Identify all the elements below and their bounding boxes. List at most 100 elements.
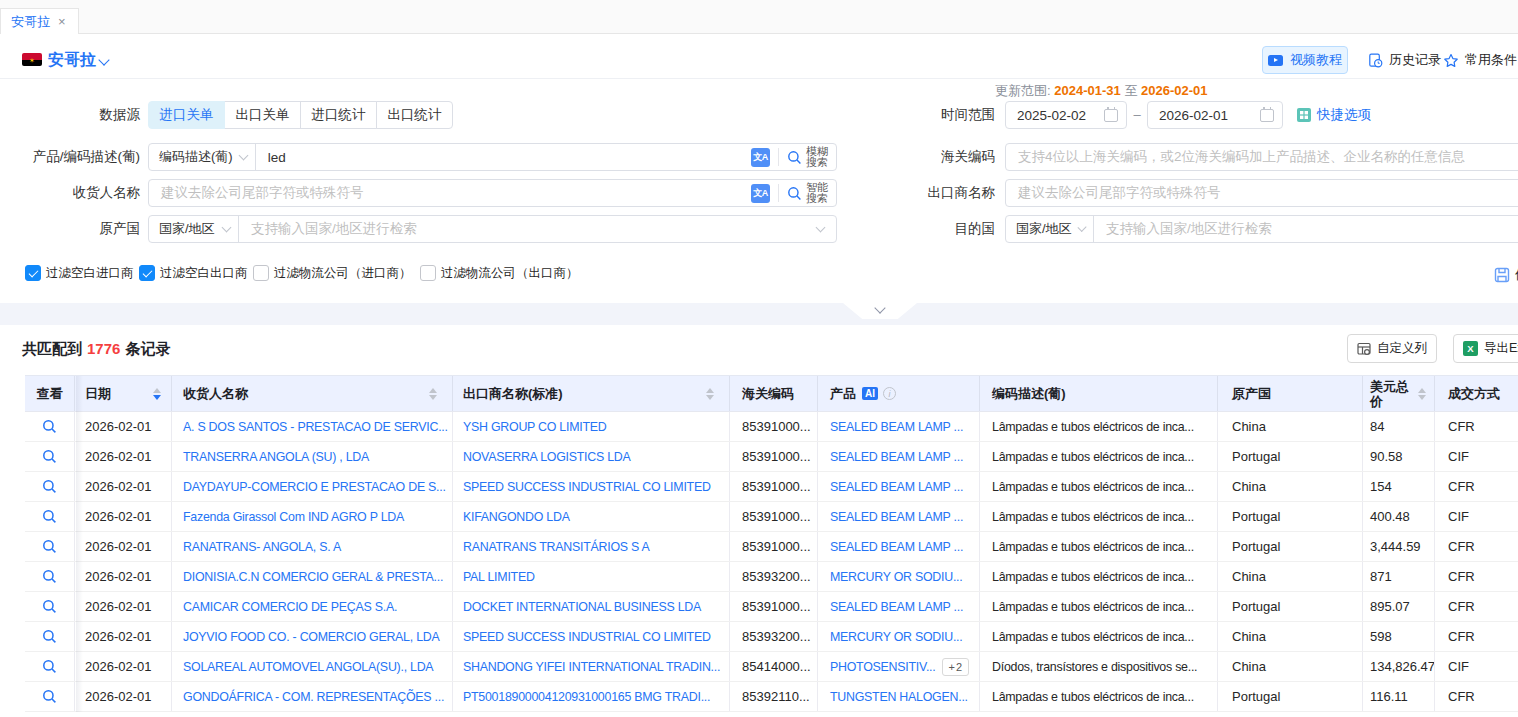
view-detail-button[interactable] xyxy=(25,412,75,441)
excel-icon: X xyxy=(1463,341,1478,356)
col-desc: 编码描述(葡) xyxy=(980,376,1218,411)
hs-code-input[interactable]: 支持4位以上海关编码，或2位海关编码加上产品描述、企业名称的任意信息 xyxy=(1005,143,1518,171)
translate-icon[interactable]: 文A xyxy=(751,184,770,203)
exporter-link[interactable]: SPEED SUCCESS INDUSTRIAL CO LIMITED xyxy=(453,472,730,501)
view-detail-button[interactable] xyxy=(25,502,75,531)
quick-options-button[interactable]: 快捷选项 xyxy=(1297,101,1371,129)
product-input[interactable]: led xyxy=(256,150,751,165)
sort-icons[interactable] xyxy=(706,388,714,400)
view-detail-button[interactable] xyxy=(25,442,75,471)
date-from-input[interactable]: 2025-02-02 xyxy=(1005,101,1127,129)
exporter-link[interactable]: PT50018900004120931000165 BMG TRADI... xyxy=(453,682,730,711)
info-icon[interactable]: i xyxy=(883,387,896,400)
tab-export-statistics[interactable]: 出口统计 xyxy=(376,101,453,129)
consignee-link[interactable]: CAMICAR COMERCIO DE PEÇAS S.A. xyxy=(172,592,453,621)
sort-icons[interactable] xyxy=(429,388,437,400)
favorites-button[interactable]: 常用条件 xyxy=(1443,46,1517,74)
date-to-input[interactable]: 2026-02-01 xyxy=(1147,101,1283,129)
checkbox-checked-icon[interactable] xyxy=(139,265,155,281)
origin-type-select[interactable]: 国家/地区 xyxy=(149,216,239,242)
filter-logistics-exporter-checkbox[interactable]: 过滤物流公司（出口商） xyxy=(420,264,579,282)
history-button[interactable]: 历史记录 xyxy=(1368,46,1441,74)
consignee-link[interactable]: TRANSERRA ANGOLA (SU) , LDA xyxy=(172,442,453,471)
quick-options-icon xyxy=(1297,108,1311,122)
consignee-link[interactable]: GONDOÁFRICA - COM. REPRESENTAÇÕES ... xyxy=(172,682,453,711)
checkbox-unchecked-icon[interactable] xyxy=(253,265,269,281)
view-detail-button[interactable] xyxy=(25,532,75,561)
fuzzy-search-button[interactable]: 模糊搜索 xyxy=(787,146,836,169)
product-field-select-value: 编码描述(葡) xyxy=(159,148,233,166)
origin-type-value: 国家/地区 xyxy=(159,220,215,238)
customize-columns-icon xyxy=(1357,342,1371,356)
view-detail-button[interactable] xyxy=(25,652,75,681)
consignee-link[interactable]: JOYVIO FOOD CO. - COMERCIO GERAL, LDA xyxy=(172,622,453,651)
origin-placeholder[interactable]: 支持输入国家/地区进行检索 xyxy=(239,220,817,238)
product-link[interactable]: SEALED BEAM LAMP ... xyxy=(818,412,980,441)
consignee-link[interactable]: A. S DOS SANTOS - PRESTACAO DE SERVIC... xyxy=(172,412,453,441)
product-link[interactable]: SEALED BEAM LAMP ... xyxy=(818,592,980,621)
sort-icons[interactable] xyxy=(153,388,161,400)
product-more-badge[interactable]: +2 xyxy=(942,658,969,676)
table-row: 2026-02-01GONDOÁFRICA - COM. REPRESENTAÇ… xyxy=(25,682,1518,712)
exporter-link[interactable]: KIFANGONDO LDA xyxy=(453,502,730,531)
product-link[interactable]: MERCURY OR SODIU... xyxy=(818,622,980,651)
exporter-link[interactable]: PAL LIMITED xyxy=(453,562,730,591)
customize-columns-button[interactable]: 自定义列 xyxy=(1347,334,1437,363)
col-date[interactable]: 日期 xyxy=(75,376,172,411)
exporter-link[interactable]: NOVASERRA LOGISTICS LDA xyxy=(453,442,730,471)
view-detail-button[interactable] xyxy=(25,562,75,591)
tab-export-declaration[interactable]: 出口关单 xyxy=(224,101,301,129)
col-exporter[interactable]: 出口商名称(标准) xyxy=(453,376,730,411)
col-consignee[interactable]: 收货人名称 xyxy=(172,376,453,411)
checkbox-checked-icon[interactable] xyxy=(25,265,41,281)
product-link[interactable]: SEALED BEAM LAMP ... xyxy=(818,502,980,531)
desc-cell: Lâmpadas e tubos eléctricos de inca... xyxy=(980,472,1218,501)
sort-icons[interactable] xyxy=(1418,388,1426,400)
filter-blank-importer-checkbox[interactable]: 过滤空白进口商 xyxy=(25,264,134,282)
tab-import-statistics[interactable]: 进口统计 xyxy=(300,101,377,129)
consignee-link[interactable]: SOLAREAL AUTOMOVEL ANGOLA(SU)., LDA xyxy=(172,652,453,681)
view-search-icon xyxy=(42,599,57,614)
product-link[interactable]: SEALED BEAM LAMP ... xyxy=(818,472,980,501)
product-link[interactable]: MERCURY OR SODIU... xyxy=(818,562,980,591)
checkbox-unchecked-icon[interactable] xyxy=(420,265,436,281)
product-link[interactable]: PHOTOSENSITIV...+2 xyxy=(818,652,980,681)
tab-import-declaration[interactable]: 进口关单 xyxy=(148,101,225,129)
exporter-link[interactable]: DOCKET INTERNATIONAL BUSINESS LDA xyxy=(453,592,730,621)
header-buttons: 视频教程 历史记录 常用条件 xyxy=(0,46,1518,74)
view-detail-button[interactable] xyxy=(25,682,75,711)
product-link[interactable]: TUNGSTEN HALOGEN... xyxy=(818,682,980,711)
product-field-select[interactable]: 编码描述(葡) xyxy=(149,144,256,170)
consignee-link[interactable]: RANATRANS- ANGOLA, S. A xyxy=(172,532,453,561)
col-usd-value[interactable]: 美元总价 xyxy=(1363,376,1435,411)
filter-logistics-importer-checkbox[interactable]: 过滤物流公司（进口商） xyxy=(253,264,412,282)
consignee-link[interactable]: DAYDAYUP-COMERCIO E PRESTACAO DE S... xyxy=(172,472,453,501)
exporter-link[interactable]: SHANDONG YIFEI INTERNATIONAL TRADIN... xyxy=(453,652,730,681)
export-excel-button[interactable]: X 导出Excel xyxy=(1453,334,1518,363)
video-tutorial-button[interactable]: 视频教程 xyxy=(1262,46,1348,74)
exporter-link[interactable]: RANATRANS TRANSITÁRIOS S A xyxy=(453,532,730,561)
smart-search-button[interactable]: 智能搜索 xyxy=(787,182,836,205)
dest-type-select[interactable]: 国家/地区 xyxy=(1006,216,1094,242)
product-link[interactable]: SEALED BEAM LAMP ... xyxy=(818,532,980,561)
product-link[interactable]: SEALED BEAM LAMP ... xyxy=(818,442,980,471)
exporter-input[interactable]: 建议去除公司尾部字符或特殊符号 xyxy=(1005,179,1518,207)
filter-blank-exporter-checkbox[interactable]: 过滤空白出口商 xyxy=(139,264,248,282)
consignee-link[interactable]: DIONISIA.C.N COMERCIO GERAL & PRESTA... xyxy=(172,562,453,591)
view-detail-button[interactable] xyxy=(25,472,75,501)
checkbox-label: 过滤物流公司（进口商） xyxy=(274,265,412,282)
view-detail-button[interactable] xyxy=(25,622,75,651)
save-condition-button[interactable]: 保存条件 xyxy=(1494,266,1518,284)
origin-label: 原产国 xyxy=(0,215,140,243)
view-detail-button[interactable] xyxy=(25,592,75,621)
consignee-placeholder[interactable]: 建议去除公司尾部字符或特殊符号 xyxy=(149,184,751,202)
exporter-link[interactable]: SPEED SUCCESS INDUSTRIAL CO LIMITED xyxy=(453,622,730,651)
time-range-label: 时间范围 xyxy=(840,101,995,129)
dest-placeholder[interactable]: 支持输入国家/地区进行检索 xyxy=(1094,220,1518,238)
col-origin: 原产国 xyxy=(1218,376,1363,411)
exporter-link[interactable]: YSH GROUP CO LIMITED xyxy=(453,412,730,441)
consignee-link[interactable]: Fazenda Girassol Com IND AGRO P LDA xyxy=(172,502,453,531)
tab-close-icon[interactable]: × xyxy=(58,15,66,28)
tab-angola[interactable]: 安哥拉 × xyxy=(0,8,79,34)
translate-icon[interactable]: 文A xyxy=(751,148,770,167)
